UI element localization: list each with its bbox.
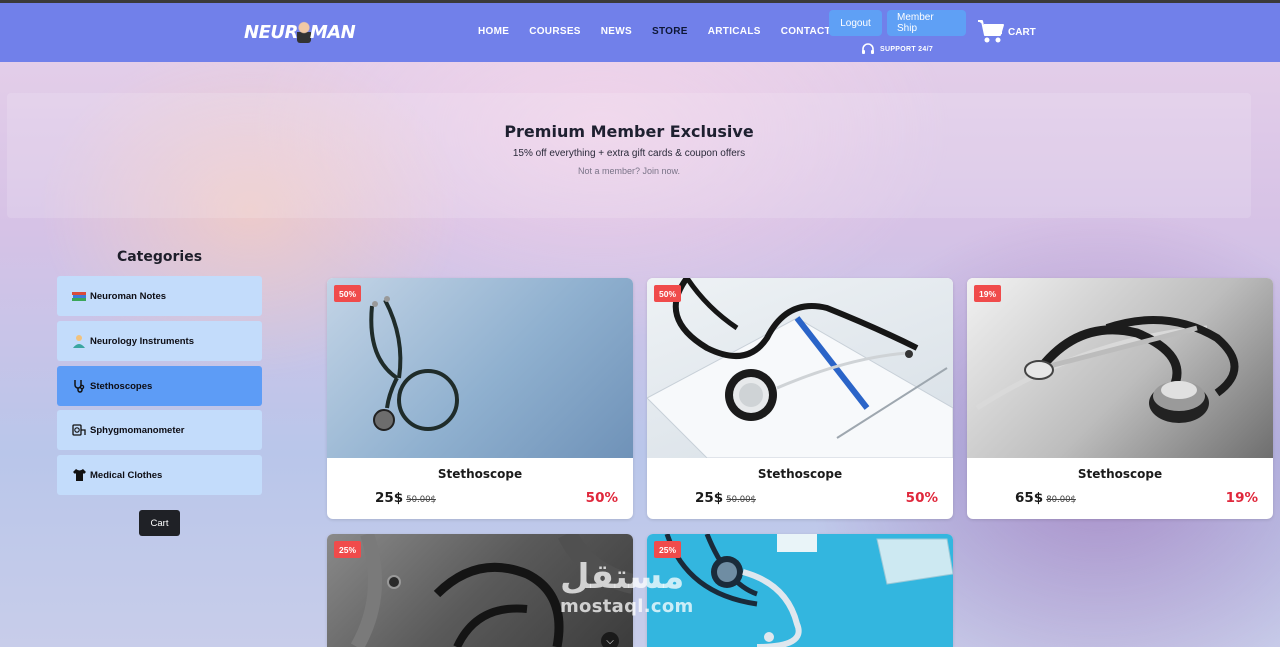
product-price: 25$ 50.00$ [375,490,436,506]
mostaql-watermark: مستقل mostaql.com [560,560,694,616]
doctor-icon [71,334,87,348]
category-sphygmomanometer[interactable]: Sphygmomanometer [57,410,262,450]
old-price: 50.00$ [406,495,436,505]
old-price: 80.00$ [1046,495,1076,505]
support-link[interactable]: SUPPORT 24/7 [861,43,933,56]
navbar: NEUR MAN HOME COURSES NEWS STORE ARTICALS… [0,3,1280,62]
category-label: Medical Clothes [90,469,163,481]
category-stethoscopes[interactable]: Stethoscopes [57,366,262,406]
category-medical-clothes[interactable]: Medical Clothes [57,455,262,495]
headset-icon [862,43,874,54]
discount-percent: 50% [905,490,938,506]
category-neurology-instruments[interactable]: Neurology Instruments [57,321,262,361]
shirt-icon [71,468,87,482]
category-label: Stethoscopes [90,380,153,392]
product-image[interactable] [967,278,1273,458]
product-price: 65$ 80.00$ [1015,490,1076,506]
discount-badge: 50% [654,285,682,302]
nav-courses[interactable]: COURSES [529,26,581,37]
logo-face-icon [296,21,311,43]
main-nav: HOME COURSES NEWS STORE ARTICALS CONTACT… [478,26,849,37]
product-name[interactable]: Stethoscope [327,467,633,481]
nav-articals[interactable]: ARTICALS [708,26,761,37]
sidebar-cart-button[interactable]: Cart [139,510,180,536]
category-neuroman-notes[interactable]: Neuroman Notes [57,276,262,316]
discount-badge: 50% [334,285,362,302]
current-price: 25$ [695,490,724,506]
site-logo[interactable]: NEUR MAN [244,19,356,45]
discount-percent: 50% [585,490,618,506]
product-card[interactable]: 50% Stethoscope 25$ 50.00$ 50% [327,278,633,519]
product-price: 25$ 50.00$ [695,490,756,506]
category-label: Neuroman Notes [90,290,167,302]
support-label: SUPPORT 24/7 [880,46,934,53]
chevron-down-icon[interactable]: ⌵ [601,632,619,647]
shopping-cart-icon [978,20,1004,43]
nav-news[interactable]: NEWS [601,26,632,37]
product-image[interactable] [327,278,633,458]
product-card[interactable]: 50% Stethoscope 25$ 50.00$ 50% [647,278,953,519]
banner-title: Premium Member Exclusive [504,122,754,141]
current-price: 25$ [375,490,404,506]
membership-button[interactable]: Member Ship [887,10,966,36]
discount-badge: 25% [334,541,362,558]
nav-store[interactable]: STORE [652,26,688,37]
watermark-arabic: مستقل [560,557,685,597]
current-price: 65$ [1015,490,1044,506]
join-link[interactable]: Not a member? Join now. [7,166,1251,176]
discount-percent: 19% [1225,490,1258,506]
product-card[interactable]: 19% Stethoscope 65$ 80.00$ 19% [967,278,1273,519]
category-label: Sphygmomanometer [90,424,185,436]
stethoscope-icon [71,379,87,393]
cart-label: CART [1008,26,1036,38]
discount-badge: 25% [654,541,682,558]
product-name[interactable]: Stethoscope [647,467,953,481]
old-price: 50.00$ [726,495,756,505]
header-cart[interactable]: CART [977,19,1036,45]
logout-button[interactable]: Logout [829,10,882,36]
categories-title: Categories [116,249,203,265]
premium-banner: Premium Member Exclusive 15% off everyth… [7,93,1251,218]
discount-badge: 19% [974,285,1002,302]
category-label: Neurology Instruments [90,335,194,347]
banner-subtitle: 15% off everything + extra gift cards & … [512,148,746,159]
product-image[interactable] [647,278,953,458]
books-icon [71,289,87,303]
product-name[interactable]: Stethoscope [967,467,1273,481]
nav-home[interactable]: HOME [478,26,509,37]
blood-pressure-icon [71,423,87,437]
watermark-latin: mostaql.com [560,596,694,617]
